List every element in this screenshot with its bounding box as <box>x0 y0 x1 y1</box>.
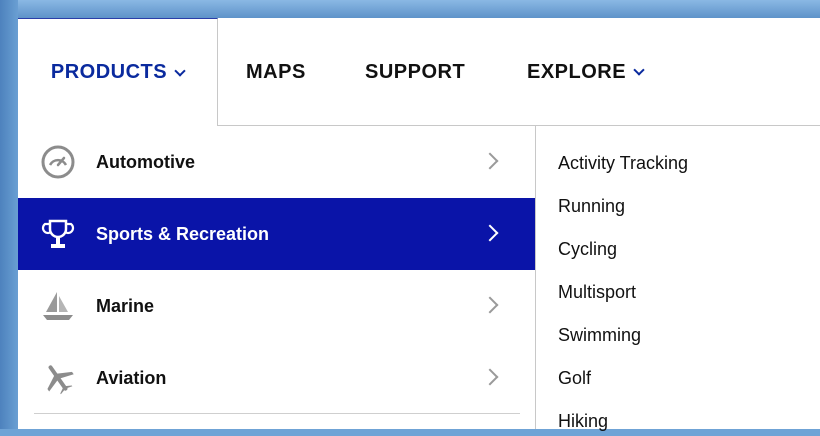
chevron-right-icon <box>481 224 499 242</box>
chevron-right-icon <box>481 296 499 314</box>
airplane-icon <box>40 360 76 396</box>
sailboat-icon <box>40 288 76 324</box>
category-label: Aviation <box>96 367 167 388</box>
subcategory-cycling[interactable]: Cycling <box>558 234 617 264</box>
nav-products[interactable]: PRODUCTS <box>18 18 218 126</box>
category-label: Sports & Recreation <box>96 223 270 244</box>
nav-explore-label: EXPLORE <box>527 60 627 83</box>
nav-explore[interactable]: EXPLORE <box>527 18 645 126</box>
mega-menu: PRODUCTS MAPS SUPPORT EXPLORE Automotive <box>18 18 820 431</box>
category-sports-recreation[interactable]: Sports & Recreation <box>18 198 536 270</box>
subcategory-list: Activity Tracking Running Cycling Multis… <box>535 126 820 431</box>
nav-maps[interactable]: MAPS <box>246 18 306 126</box>
nav-support[interactable]: SUPPORT <box>365 18 465 126</box>
category-aviation[interactable]: Aviation <box>18 342 536 414</box>
subcategory-golf[interactable]: Golf <box>558 363 591 393</box>
nav-maps-label: MAPS <box>246 60 306 83</box>
subcategory-multisport[interactable]: Multisport <box>558 277 636 307</box>
subcategory-activity-tracking[interactable]: Activity Tracking <box>558 148 688 178</box>
chevron-right-icon <box>481 152 499 170</box>
chevron-down-icon <box>633 64 645 76</box>
speedometer-icon <box>40 144 76 180</box>
chevron-down-icon <box>174 64 186 77</box>
desktop-background-left <box>0 0 18 429</box>
category-label: Marine <box>96 295 155 316</box>
subcategory-hiking[interactable]: Hiking <box>558 406 608 436</box>
top-navigation: PRODUCTS MAPS SUPPORT EXPLORE <box>18 18 820 126</box>
desktop-background-top <box>0 0 820 18</box>
subcategory-running[interactable]: Running <box>558 191 625 221</box>
subcategory-swimming[interactable]: Swimming <box>558 320 641 350</box>
category-label: Automotive <box>96 151 195 172</box>
chevron-right-icon <box>481 368 499 386</box>
trophy-icon <box>40 216 76 252</box>
list-divider <box>34 413 520 414</box>
category-automotive[interactable]: Automotive <box>18 126 536 198</box>
nav-products-label: PRODUCTS <box>50 61 168 83</box>
category-list: Automotive Sports & Recreation Marine Av… <box>18 126 536 429</box>
category-marine[interactable]: Marine <box>18 270 536 342</box>
nav-support-label: SUPPORT <box>365 60 466 83</box>
